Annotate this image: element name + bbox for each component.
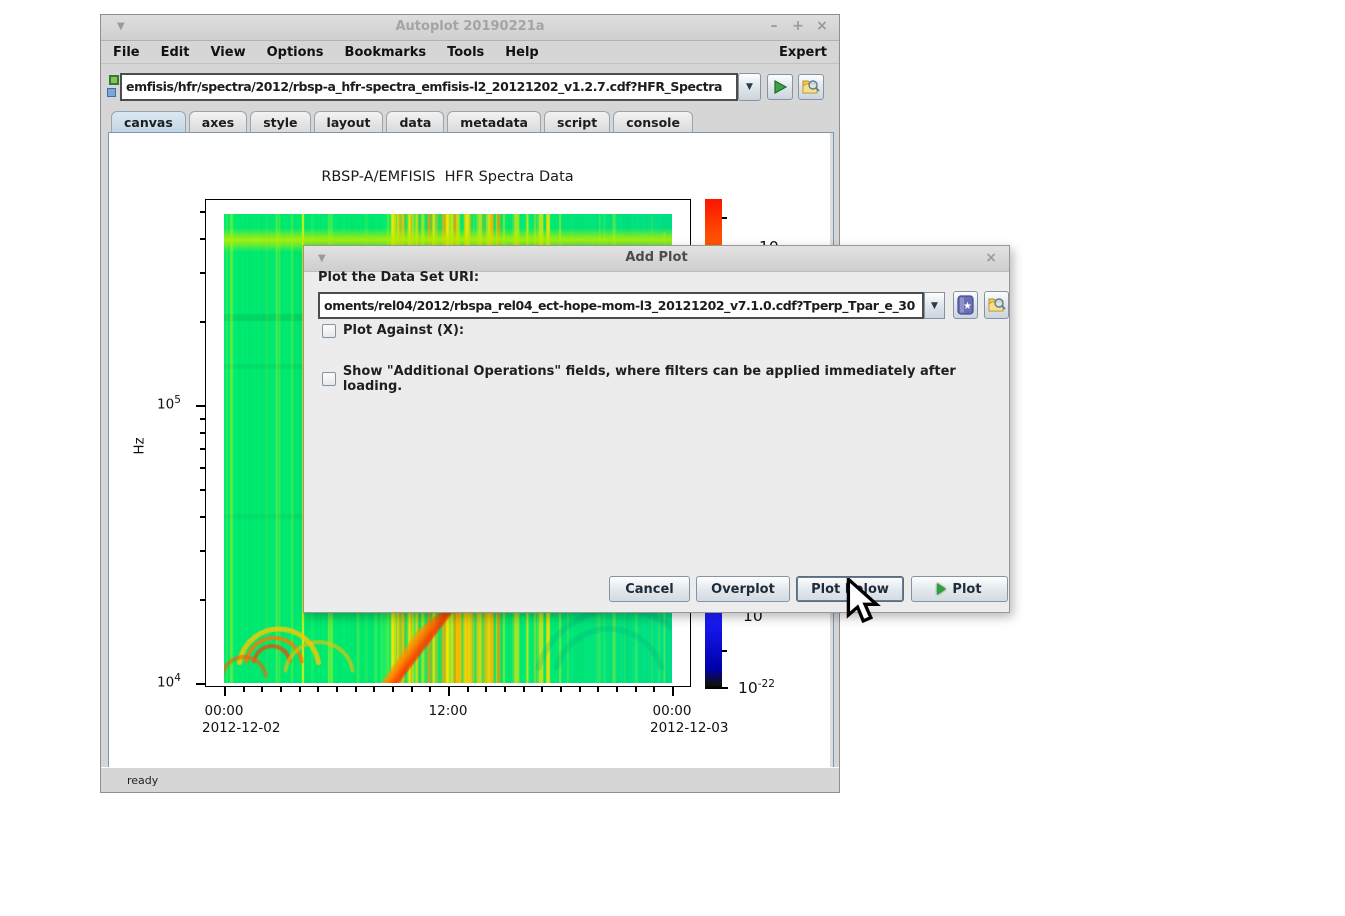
plot-button[interactable]: Plot: [911, 576, 1008, 602]
colorbar-label-bottom: 10-22: [738, 678, 775, 697]
x-tick-label-0000a: 00:00: [194, 703, 254, 719]
bookmark-book-icon: ★: [957, 295, 974, 315]
menu-bookmarks[interactable]: Bookmarks: [345, 45, 427, 60]
x-date-label-2: 2012-12-03: [650, 720, 728, 736]
uri-input[interactable]: emfisis/hfr/spectra/2012/rbsp-a_hfr-spec…: [120, 73, 738, 101]
cancel-button[interactable]: Cancel: [609, 576, 690, 602]
data-source-stack-icon[interactable]: [106, 75, 120, 99]
expert-label: Expert: [779, 45, 827, 60]
additional-operations-label: Show "Additional Operations" fields, whe…: [343, 364, 1009, 394]
dialog-titlebar[interactable]: ▼ Add Plot ×: [304, 246, 1009, 272]
uri-dropdown-button[interactable]: ▼: [738, 73, 761, 101]
menu-options[interactable]: Options: [267, 45, 324, 60]
dialog-button-row: Cancel Overplot Plot Below Plot: [304, 576, 1009, 604]
x-date-label-1: 2012-12-02: [202, 720, 280, 736]
overplot-button[interactable]: Overplot: [696, 576, 790, 602]
dataset-uri-input[interactable]: oments/rel04/2012/rbspa_rel04_ect-hope-m…: [318, 292, 924, 319]
svg-text:★: ★: [963, 301, 972, 312]
tab-layout[interactable]: layout: [314, 111, 384, 132]
window-title: Autoplot 20190221a: [101, 19, 839, 34]
play-icon: [937, 583, 946, 595]
plot-against-x-label: Plot Against (X):: [343, 323, 464, 338]
chevron-down-icon: ▼: [746, 82, 753, 92]
menu-view[interactable]: View: [210, 45, 245, 60]
plot-against-x-checkbox[interactable]: [322, 324, 336, 338]
tab-axes[interactable]: axes: [189, 111, 247, 132]
uri-toolbar: emfisis/hfr/spectra/2012/rbsp-a_hfr-spec…: [101, 64, 839, 110]
tab-console[interactable]: console: [613, 111, 693, 132]
minimize-icon[interactable]: –: [767, 18, 781, 34]
y-tick-label-1e5: 105: [157, 394, 181, 413]
plot-title: RBSP-A/EMFISIS HFR Spectra Data: [205, 169, 690, 185]
close-icon[interactable]: ×: [815, 18, 829, 34]
status-bar: ready: [101, 767, 839, 792]
inspect-file-button[interactable]: [798, 74, 824, 100]
tab-style[interactable]: style: [250, 111, 310, 132]
tab-canvas[interactable]: canvas: [111, 111, 186, 132]
status-text: ready: [127, 774, 158, 787]
add-plot-dialog: ▼ Add Plot × Plot the Data Set URI: omen…: [303, 245, 1010, 613]
tab-data[interactable]: data: [386, 111, 444, 132]
play-icon: [773, 80, 787, 94]
x-tick-label-1200: 12:00: [418, 703, 478, 719]
dialog-title: Add Plot: [304, 250, 1009, 265]
go-plot-button[interactable]: [767, 74, 793, 100]
maximize-icon[interactable]: +: [791, 18, 805, 34]
bookmarks-button[interactable]: ★: [953, 291, 978, 319]
mouse-cursor: [845, 578, 885, 624]
menu-bar: File Edit View Options Bookmarks Tools H…: [101, 41, 839, 64]
additional-operations-checkbox[interactable]: [322, 372, 336, 386]
tab-script[interactable]: script: [544, 111, 610, 132]
additional-operations-row: Show "Additional Operations" fields, whe…: [322, 364, 1009, 394]
menu-help[interactable]: Help: [505, 45, 538, 60]
y-axis-label: Hz: [132, 437, 148, 454]
folder-magnifier-icon: [988, 297, 1006, 313]
plot-against-x-row: Plot Against (X):: [322, 323, 464, 338]
tab-metadata[interactable]: metadata: [447, 111, 541, 132]
dataset-uri-dropdown-button[interactable]: ▼: [924, 292, 945, 319]
dialog-close-icon[interactable]: ×: [985, 250, 997, 266]
menu-tools[interactable]: Tools: [447, 45, 484, 60]
y-tick-label-1e4: 104: [157, 672, 181, 691]
x-tick-label-0000b: 00:00: [642, 703, 702, 719]
folder-magnifier-icon: [802, 79, 820, 95]
menu-file[interactable]: File: [113, 45, 140, 60]
dataset-uri-label: Plot the Data Set URI:: [318, 270, 479, 285]
tab-bar: canvas axes style layout data metadata s…: [101, 110, 839, 132]
menu-edit[interactable]: Edit: [161, 45, 190, 60]
window-titlebar[interactable]: ▼ Autoplot 20190221a – + ×: [101, 15, 839, 41]
chevron-down-icon: ▼: [931, 301, 938, 311]
inspect-file-button[interactable]: [984, 291, 1009, 319]
